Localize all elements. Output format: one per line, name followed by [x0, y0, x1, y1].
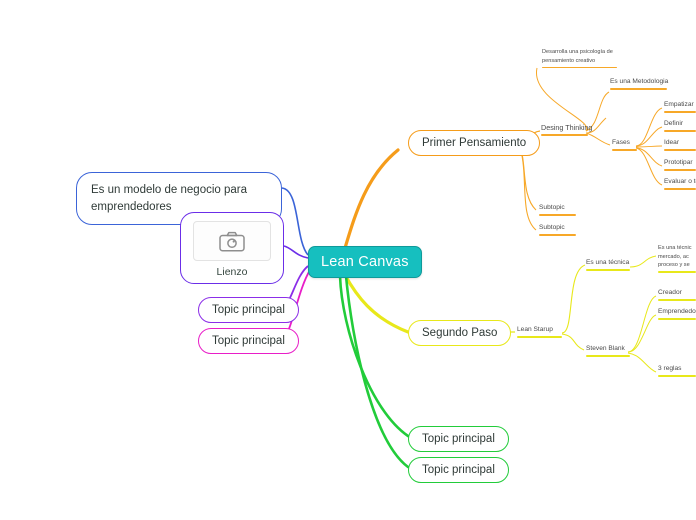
node-topic-principal-purple-label: Topic principal [212, 304, 285, 316]
leaf-subtopic-1[interactable]: Subtopic [538, 203, 576, 218]
node-topic-principal-green-2-label: Topic principal [422, 464, 495, 476]
leaf-underline [539, 214, 576, 216]
node-segundo-paso-label: Segundo Paso [422, 327, 498, 339]
leaf-underline [664, 149, 696, 151]
leaf-underline [664, 188, 696, 190]
lienzo-image-placeholder[interactable] [193, 221, 271, 261]
leaf-es-una-tecnica[interactable]: Es una técnica [585, 258, 630, 273]
leaf-underline [539, 234, 576, 236]
leaf-lean-starup[interactable]: Lean Starup [516, 325, 562, 340]
leaf-underline [664, 169, 696, 171]
leaf-underline [517, 336, 562, 338]
leaf-underline [586, 269, 630, 271]
node-topic-principal-green-1[interactable]: Topic principal [408, 426, 509, 452]
camera-icon [219, 231, 245, 251]
leaf-idear[interactable]: Idear [663, 138, 696, 153]
leaf-underline [542, 66, 617, 69]
leaf-3-reglas[interactable]: 3 reglas [657, 364, 696, 379]
node-topic-principal-magenta[interactable]: Topic principal [198, 328, 299, 354]
node-topic-principal-magenta-label: Topic principal [212, 335, 285, 347]
node-lienzo[interactable]: Lienzo [180, 212, 284, 284]
leaf-empatizar[interactable]: Empatizar [663, 100, 696, 115]
leaf-underline [658, 299, 696, 301]
mindmap-canvas[interactable]: Lean Canvas Primer Pensamiento Segundo P… [0, 0, 696, 520]
leaf-evaluar-o-testear[interactable]: Evaluar o te [663, 177, 696, 192]
leaf-creador[interactable]: Creador [657, 288, 696, 303]
leaf-prototipar[interactable]: Prototipar [663, 158, 696, 173]
leaf-emprendedor[interactable]: Emprendedor, [657, 307, 696, 322]
leaf-es-una-metodologia[interactable]: Es una Metodologia [609, 77, 668, 92]
leaf-underline [612, 149, 637, 151]
leaf-fases[interactable]: Fases [611, 138, 637, 153]
leaf-underline [541, 134, 588, 136]
node-topic-principal-green-1-label: Topic principal [422, 433, 495, 445]
node-topic-principal-green-2[interactable]: Topic principal [408, 457, 509, 483]
node-topic-principal-purple[interactable]: Topic principal [198, 297, 299, 323]
leaf-underline [658, 318, 696, 320]
node-lienzo-label: Lienzo [216, 266, 248, 278]
leaf-definir[interactable]: Definir [663, 119, 696, 134]
leaf-desarrolla-psicologia[interactable]: Desarrolla una psicología de pensamiento… [541, 48, 617, 70]
node-primer-pensamiento-label: Primer Pensamiento [422, 137, 527, 149]
node-primer-pensamiento[interactable]: Primer Pensamiento [408, 130, 541, 156]
leaf-es-una-tecnica-detalle[interactable]: Es una técnic mercado, ac proceso y se [657, 244, 696, 274]
node-segundo-paso[interactable]: Segundo Paso [408, 320, 512, 346]
leaf-subtopic-2[interactable]: Subtopic [538, 223, 576, 238]
leaf-steven-blank[interactable]: Steven Blank [585, 344, 630, 359]
leaf-underline [610, 88, 667, 90]
leaf-underline [658, 375, 696, 377]
leaf-underline [586, 355, 630, 357]
leaf-underline [664, 130, 696, 132]
leaf-desing-thinking[interactable]: Desing Thinking [540, 122, 592, 138]
root-node-lean-canvas[interactable]: Lean Canvas [308, 246, 422, 278]
leaf-underline [664, 111, 696, 113]
root-node-label: Lean Canvas [321, 254, 409, 270]
node-modelo-negocio-label: Es un modelo de negocio para emprendedor… [91, 184, 247, 213]
leaf-underline [658, 271, 696, 273]
